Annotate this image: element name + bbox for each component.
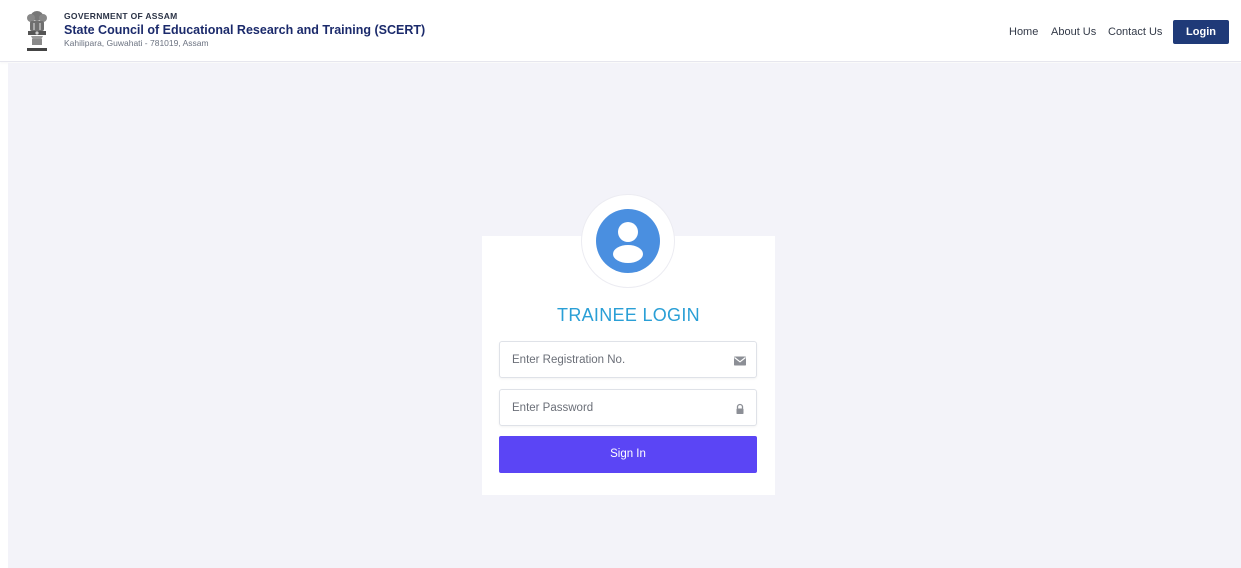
government-name: GOVERNMENT OF ASSAM — [64, 11, 178, 21]
state-emblem-icon — [24, 9, 50, 55]
password-field — [499, 389, 757, 426]
envelope-icon — [733, 354, 747, 366]
nav-about-us-link[interactable]: About Us — [1051, 22, 1096, 42]
nav-home-link[interactable]: Home — [1009, 22, 1038, 42]
organization-name: State Council of Educational Research an… — [64, 23, 426, 37]
lock-icon — [733, 402, 747, 414]
login-title: TRAINEE LOGIN — [557, 305, 700, 325]
brand-block: GOVERNMENT OF ASSAM State Council of Edu… — [64, 11, 425, 49]
nav-contact-us-link[interactable]: Contact Us — [1108, 22, 1162, 42]
password-input[interactable] — [500, 390, 726, 425]
header-login-button[interactable]: Login — [1173, 20, 1229, 44]
registration-field — [499, 341, 757, 378]
user-avatar-icon — [596, 209, 660, 273]
site-header: GOVERNMENT OF ASSAM State Council of Edu… — [0, 0, 1241, 62]
sign-in-button[interactable]: Sign In — [499, 436, 757, 473]
organization-address: Kahilipara, Guwahati - 781019, Assam — [64, 38, 209, 48]
registration-input[interactable] — [500, 342, 726, 377]
